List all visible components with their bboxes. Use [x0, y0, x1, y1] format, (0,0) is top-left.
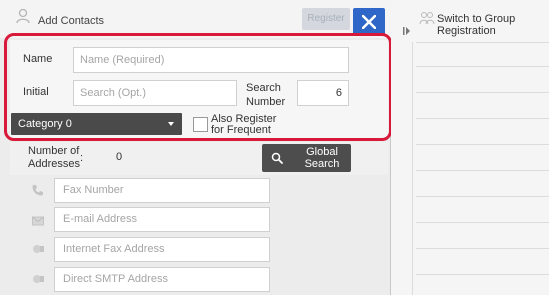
list-item: Direct SMTP Address	[10, 266, 388, 295]
address-count-label-line1: Number of	[28, 145, 80, 157]
category-dropdown[interactable]: Category 0	[11, 113, 182, 135]
global-search-button[interactable]: Global Search	[262, 144, 351, 172]
phone-icon	[32, 185, 43, 196]
contact-person-icon	[16, 8, 30, 24]
close-button[interactable]	[353, 8, 385, 36]
side-row-divider	[416, 66, 549, 67]
initial-input[interactable]: Search (Opt.)	[73, 80, 237, 106]
email-address-input[interactable]: E-mail Address	[54, 207, 270, 232]
name-label: Name	[23, 53, 53, 65]
close-icon	[362, 15, 376, 29]
internet-fax-icon	[33, 245, 44, 253]
initial-label: Initial	[23, 86, 49, 98]
side-row-divider	[416, 222, 549, 223]
side-row-divider	[416, 118, 549, 119]
side-row-divider	[416, 248, 549, 249]
switch-group-line1: Switch to Group	[437, 13, 516, 25]
side-row-divider	[416, 196, 549, 197]
address-count-value: 0	[116, 151, 123, 163]
category-value: Category 0	[18, 118, 72, 130]
side-row-divider	[416, 170, 549, 171]
search-number-label: Search Number	[246, 81, 285, 109]
side-row-divider	[416, 274, 549, 275]
group-icon	[419, 12, 435, 25]
side-row-divider	[416, 144, 549, 145]
search-icon	[271, 152, 283, 164]
dialog-titlebar: Add Contacts Register	[0, 0, 391, 38]
direct-smtp-address-input[interactable]: Direct SMTP Address	[54, 267, 270, 292]
chevron-down-icon	[168, 122, 174, 126]
smtp-icon	[33, 275, 44, 283]
global-search-line1: Global	[306, 146, 338, 158]
global-search-line2: Search	[304, 158, 340, 170]
search-number-label-line1: Search	[246, 82, 281, 94]
side-panel	[391, 0, 549, 295]
internet-fax-address-input[interactable]: Internet Fax Address	[54, 237, 270, 262]
dialog-title: Add Contacts	[38, 15, 105, 27]
side-row-divider	[416, 42, 549, 43]
side-panel-divider	[412, 42, 413, 295]
list-item: E-mail Address	[10, 206, 388, 236]
also-register-checkbox[interactable]	[193, 117, 208, 132]
list-item: Internet Fax Address	[10, 236, 388, 266]
switch-group-line2: Registration	[437, 25, 496, 37]
search-number-input[interactable]: 6	[297, 80, 349, 106]
side-row-divider	[416, 92, 549, 93]
address-count-separator: :	[80, 152, 84, 164]
expand-arrow-icon[interactable]	[403, 26, 411, 36]
search-number-label-line2: Number	[246, 96, 286, 108]
name-input[interactable]: Name (Required)	[73, 47, 349, 73]
also-register-line2: for Frequent Use	[211, 124, 271, 137]
address-count-label: Number of Addresses	[28, 145, 80, 171]
global-search-label: Global Search	[296, 146, 348, 170]
envelope-icon	[32, 216, 44, 226]
also-register-label: Also Register for Frequent Use	[211, 114, 287, 136]
fax-number-input[interactable]: Fax Number	[54, 178, 270, 203]
list-item: Fax Number	[10, 177, 388, 207]
register-button[interactable]: Register	[302, 8, 350, 30]
switch-to-group-registration[interactable]: Switch to Group Registration	[437, 13, 515, 37]
address-count-label-line2: Addresses	[28, 158, 80, 170]
